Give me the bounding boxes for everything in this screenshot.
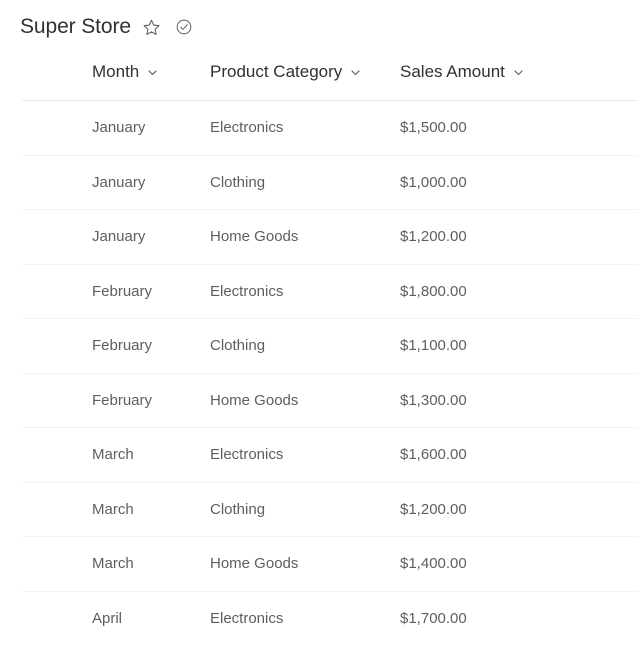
table-row[interactable]: February Electronics $1,800.00 — [22, 264, 638, 319]
data-grid: Month Product Category Sales Amount Janu… — [22, 62, 638, 645]
page-title: Super Store — [20, 15, 131, 38]
page-header: Super Store — [0, 0, 638, 40]
table-row[interactable]: January Home Goods $1,200.00 — [22, 209, 638, 265]
cell-sales-amount: $1,500.00 — [400, 100, 638, 156]
data-grid-header: Month Product Category Sales Amount — [22, 62, 638, 101]
header-row: Month Product Category Sales Amount — [22, 62, 638, 101]
chevron-down-icon[interactable] — [350, 67, 361, 78]
cell-month: February — [22, 373, 210, 428]
table-row[interactable]: March Home Goods $1,400.00 — [22, 536, 638, 592]
cell-product-category: Electronics — [210, 609, 284, 627]
cell-product-category: Electronics — [210, 427, 400, 483]
cell-sales-amount: $1,000.00 — [400, 155, 638, 210]
cell-month: March — [22, 482, 210, 537]
list-container: Month Product Category Sales Amount Janu… — [0, 62, 638, 645]
table-row[interactable]: January Clothing $1,000.00 — [22, 155, 638, 210]
chevron-down-icon[interactable] — [513, 67, 524, 78]
column-header-sales-amount-label: Sales Amount — [400, 62, 505, 81]
table-row[interactable]: February Clothing $1,100.00 — [22, 318, 638, 374]
table-row[interactable]: March Electronics $1,600.00 — [22, 427, 638, 483]
cell-sales-amount: $1,300.00 — [400, 373, 638, 428]
cell-month: February — [22, 318, 210, 374]
cell-product-category: Home Goods — [210, 209, 400, 265]
cell-sales-amount: $1,400.00 — [400, 536, 638, 592]
column-header-product-category-label: Product Category — [210, 62, 343, 81]
table-row[interactable]: April Electronics $1,700.00 — [22, 591, 638, 645]
cell-product-category: Home Goods — [210, 536, 400, 592]
column-header-month[interactable]: Month — [22, 62, 210, 101]
table-row[interactable]: February Home Goods $1,300.00 — [22, 373, 638, 428]
cell-month: January — [22, 100, 210, 156]
cell-product-category: Home Goods — [210, 373, 400, 428]
cell-sales-amount: $1,700.00 — [400, 609, 467, 627]
check-circle-icon[interactable] — [173, 16, 195, 38]
cell-sales-amount: $1,600.00 — [400, 427, 638, 483]
cell-sales-amount: $1,800.00 — [400, 264, 638, 319]
cell-month: January — [22, 209, 210, 265]
column-header-product-category[interactable]: Product Category — [210, 62, 400, 101]
data-grid-body: January Electronics $1,500.00 January Clothi… — [22, 100, 638, 646]
star-icon[interactable] — [141, 16, 163, 38]
cell-month: February — [22, 264, 210, 319]
table-row[interactable]: March Clothing $1,200.00 — [22, 482, 638, 537]
cell-product-category: Electronics — [210, 264, 400, 319]
cell-sales-amount: $1,100.00 — [400, 318, 638, 374]
chevron-down-icon[interactable] — [147, 67, 158, 78]
cell-month: January — [22, 155, 210, 210]
table-row[interactable]: January Electronics $1,500.00 — [22, 100, 638, 156]
cell-month: March — [22, 536, 210, 592]
column-header-sales-amount[interactable]: Sales Amount — [400, 62, 638, 101]
cell-month: April — [92, 609, 123, 627]
cell-month: March — [22, 427, 210, 483]
cell-product-category: Clothing — [210, 155, 400, 210]
cell-product-category: Clothing — [210, 318, 400, 374]
cell-sales-amount: $1,200.00 — [400, 209, 638, 265]
cell-product-category: Electronics — [210, 100, 400, 156]
cell-product-category: Clothing — [210, 482, 400, 537]
cell-sales-amount: $1,200.00 — [400, 482, 638, 537]
column-header-month-label: Month — [92, 62, 140, 81]
